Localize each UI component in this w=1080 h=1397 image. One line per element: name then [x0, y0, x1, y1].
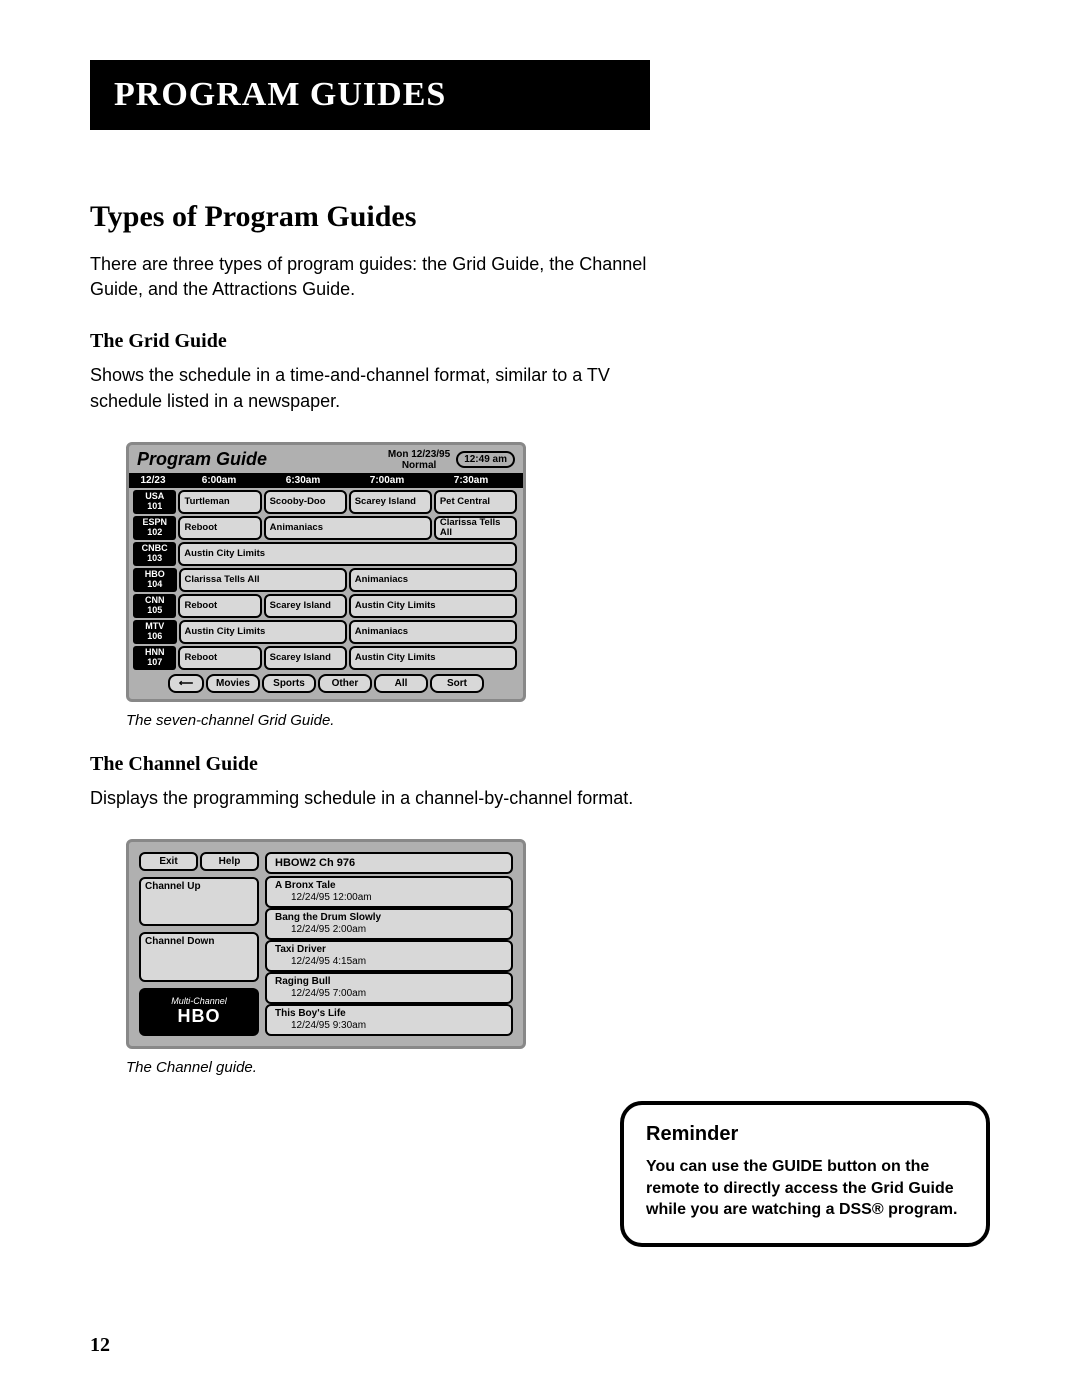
program-cell[interactable]: Austin City Limits: [349, 646, 517, 670]
channel-guide-figure: Exit Help Channel Up Channel Down Multi-…: [126, 839, 526, 1049]
grid-row: ESPN102RebootAnimaniacsClarissa Tells Al…: [133, 516, 519, 540]
grid-filter-other[interactable]: Other: [318, 674, 372, 693]
grid-guide-heading: The Grid Guide: [90, 330, 990, 353]
program-cell[interactable]: Clarissa Tells All: [179, 568, 347, 592]
program-cell[interactable]: Animaniacs: [264, 516, 432, 540]
channel-guide-heading: The Channel Guide: [90, 753, 990, 776]
page-number: 12: [90, 1334, 110, 1357]
program-cell[interactable]: Austin City Limits: [349, 594, 517, 618]
program-cell[interactable]: Animaniacs: [349, 620, 517, 644]
program-cell[interactable]: Reboot: [178, 646, 261, 670]
channel-label[interactable]: ESPN102: [133, 516, 176, 540]
channel-label[interactable]: HNN107: [133, 646, 176, 670]
grid-row: HNN107RebootScarey IslandAustin City Lim…: [133, 646, 519, 670]
channel-list-item[interactable]: A Bronx Tale12/24/95 12:00am: [265, 876, 513, 908]
channel-up-button[interactable]: Channel Up: [139, 877, 259, 927]
program-cell[interactable]: Animaniacs: [349, 568, 517, 592]
program-cell[interactable]: Turtleman: [178, 490, 261, 514]
grid-arrow-left-icon[interactable]: ⟵: [168, 674, 204, 693]
channel-guide-caption: The Channel guide.: [126, 1059, 990, 1076]
program-cell[interactable]: Pet Central: [434, 490, 517, 514]
program-cell[interactable]: Austin City Limits: [179, 620, 347, 644]
grid-row: USA101TurtlemanScooby-DooScarey IslandPe…: [133, 490, 519, 514]
grid-row: CNN105RebootScarey IslandAustin City Lim…: [133, 594, 519, 618]
program-cell[interactable]: Reboot: [178, 594, 261, 618]
program-cell[interactable]: Scooby-Doo: [264, 490, 347, 514]
exit-button[interactable]: Exit: [139, 852, 198, 871]
channel-guide-desc: Displays the programming schedule in a c…: [90, 786, 650, 811]
channel-list-item[interactable]: Raging Bull12/24/95 7:00am: [265, 972, 513, 1004]
grid-guide-clock: 12:49 am: [456, 451, 515, 468]
channel-list-item[interactable]: Bang the Drum Slowly12/24/95 2:00am: [265, 908, 513, 940]
channel-label[interactable]: CNN105: [133, 594, 176, 618]
intro-text: There are three types of program guides:…: [90, 252, 650, 302]
program-cell[interactable]: Scarey Island: [264, 594, 347, 618]
grid-filter-sports[interactable]: Sports: [262, 674, 316, 693]
program-cell[interactable]: Austin City Limits: [178, 542, 517, 566]
grid-sort-button[interactable]: Sort: [430, 674, 484, 693]
channel-label[interactable]: CNBC103: [133, 542, 176, 566]
program-cell[interactable]: Scarey Island: [349, 490, 432, 514]
grid-guide-title: Program Guide: [137, 449, 388, 470]
section-title: Types of Program Guides: [90, 200, 990, 234]
reminder-box: Reminder You can use the GUIDE button on…: [620, 1101, 990, 1247]
grid-guide-figure: Program Guide Mon 12/23/95 Normal 12:49 …: [126, 442, 526, 702]
grid-guide-date: Mon 12/23/95 Normal: [388, 449, 450, 471]
channel-logo: Multi-Channel HBO: [139, 988, 259, 1036]
channel-label[interactable]: USA101: [133, 490, 176, 514]
reminder-title: Reminder: [646, 1123, 964, 1146]
grid-filter-movies[interactable]: Movies: [206, 674, 260, 693]
grid-row: CNBC103Austin City Limits: [133, 542, 519, 566]
grid-row: MTV106Austin City LimitsAnimaniacs: [133, 620, 519, 644]
grid-guide-desc: Shows the schedule in a time-and-channel…: [90, 363, 650, 413]
reminder-text: You can use the GUIDE button on the remo…: [646, 1156, 964, 1221]
channel-label[interactable]: MTV106: [133, 620, 177, 644]
grid-filter-all[interactable]: All: [374, 674, 428, 693]
channel-label[interactable]: HBO104: [133, 568, 177, 592]
program-cell[interactable]: Clarissa Tells All: [434, 516, 517, 540]
grid-time-header: 12/23 6:00am 6:30am 7:00am 7:30am: [129, 473, 523, 488]
grid-row: HBO104Clarissa Tells AllAnimaniacs: [133, 568, 519, 592]
channel-header: HBOW2 Ch 976: [265, 852, 513, 874]
program-cell[interactable]: Reboot: [178, 516, 261, 540]
grid-guide-caption: The seven-channel Grid Guide.: [126, 712, 990, 729]
help-button[interactable]: Help: [200, 852, 259, 871]
channel-list-item[interactable]: Taxi Driver12/24/95 4:15am: [265, 940, 513, 972]
channel-list-item[interactable]: This Boy's Life12/24/95 9:30am: [265, 1004, 513, 1036]
page-header: PROGRAM GUIDES: [90, 60, 650, 130]
channel-down-button[interactable]: Channel Down: [139, 932, 259, 982]
program-cell[interactable]: Scarey Island: [264, 646, 347, 670]
